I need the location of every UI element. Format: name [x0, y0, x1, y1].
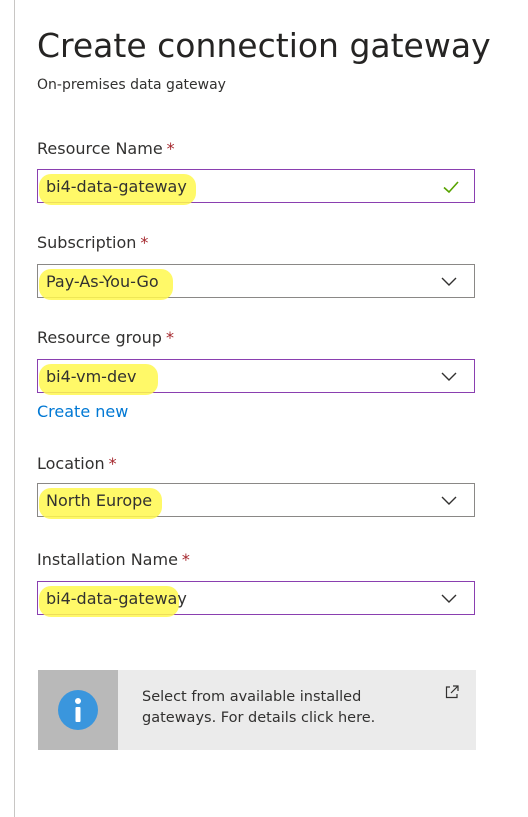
required-marker: *	[108, 454, 117, 473]
chevron-down-icon	[441, 372, 457, 381]
subscription-label-text: Subscription	[37, 233, 137, 252]
subscription-value: Pay-As-You-Go	[39, 268, 173, 300]
location-value: North Europe	[39, 487, 163, 519]
info-icon	[58, 690, 98, 730]
subscription-label: Subscription *	[37, 233, 148, 252]
chevron-down-icon	[441, 277, 457, 286]
location-label: Location *	[37, 454, 117, 473]
required-marker: *	[166, 139, 175, 158]
subscription-select[interactable]: Pay-As-You-Go	[37, 264, 475, 300]
installation-name-label-text: Installation Name	[37, 550, 178, 569]
check-icon	[443, 181, 459, 194]
resource-name-input[interactable]: bi4-data-gateway	[37, 169, 475, 205]
resource-name-label: Resource Name *	[37, 139, 175, 158]
required-marker: *	[181, 550, 190, 569]
resource-group-value: bi4-vm-dev	[39, 363, 159, 395]
info-icon-container	[38, 670, 118, 750]
resource-group-select[interactable]: bi4-vm-dev	[37, 359, 475, 395]
resource-group-label: Resource group *	[37, 328, 174, 347]
info-box[interactable]: Select from available installed gateways…	[38, 670, 476, 750]
chevron-down-icon	[441, 496, 457, 505]
info-text: Select from available installed gateways…	[142, 689, 376, 726]
resource-name-label-text: Resource Name	[37, 139, 163, 158]
installation-name-select[interactable]: bi4-data-gateway	[37, 581, 475, 617]
resource-name-value: bi4-data-gateway	[39, 173, 196, 205]
required-marker: *	[140, 233, 149, 252]
resource-group-label-text: Resource group	[37, 328, 162, 347]
location-select[interactable]: North Europe	[37, 483, 475, 519]
installation-name-value: bi4-data-gateway	[39, 585, 187, 617]
required-marker: *	[165, 328, 174, 347]
page-title: Create connection gateway	[37, 26, 491, 65]
external-link-icon[interactable]	[444, 684, 460, 700]
chevron-down-icon	[441, 594, 457, 603]
create-new-link[interactable]: Create new	[37, 402, 128, 421]
page-subtitle: On-premises data gateway	[37, 77, 226, 93]
installation-name-label: Installation Name *	[37, 550, 190, 569]
location-label-text: Location	[37, 454, 105, 473]
